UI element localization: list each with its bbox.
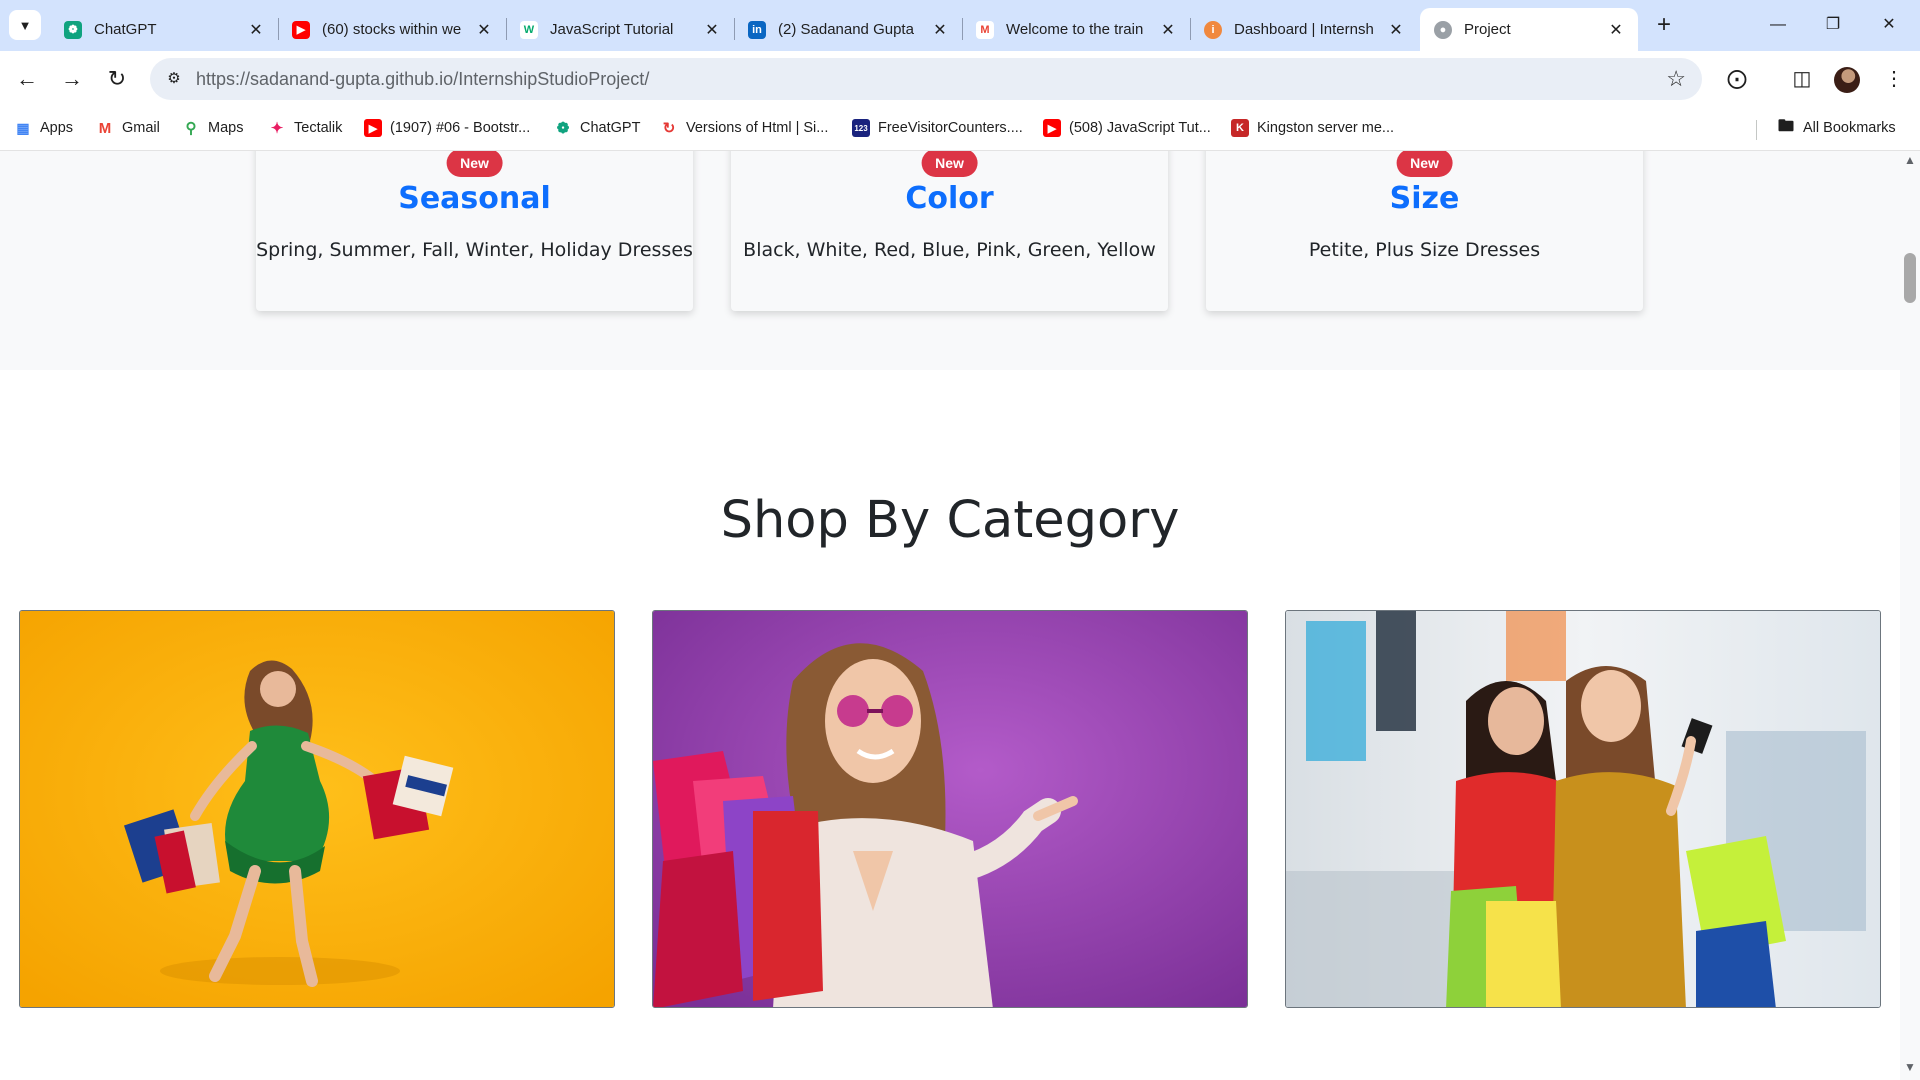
linkedin-icon: in <box>748 20 766 39</box>
bookmark-star-icon[interactable]: ☆ <box>1666 66 1686 92</box>
browser-tab-strip: ▼ ❁ ChatGPT ✕ ▶ (60) stocks within we ✕ … <box>0 0 1920 51</box>
shopping-woman-green-dress-image <box>20 611 614 1007</box>
filter-section: New Seasonal Spring, Summer, Fall, Winte… <box>0 151 1900 370</box>
minimize-button[interactable]: — <box>1755 8 1801 42</box>
internshala-icon: i <box>1204 20 1222 39</box>
filter-card-seasonal[interactable]: New Seasonal Spring, Summer, Fall, Winte… <box>256 151 693 311</box>
new-badge: New <box>921 151 978 177</box>
kingston-icon: K <box>1231 119 1249 137</box>
bookmark-item[interactable]: 123 FreeVisitorCounters.... <box>852 116 1023 140</box>
card-title: Seasonal <box>398 181 551 216</box>
url-text[interactable]: https://sadanand-gupta.github.io/Interns… <box>196 69 649 90</box>
gmail-icon: M <box>976 20 994 39</box>
scroll-down-icon[interactable]: ▼ <box>1900 1060 1920 1074</box>
browser-tab[interactable]: ▶ (60) stocks within we ✕ <box>278 8 507 51</box>
browser-tab-active[interactable]: ● Project ✕ <box>1420 8 1638 51</box>
address-bar[interactable]: ⚙ https://sadanand-gupta.github.io/Inter… <box>150 58 1702 100</box>
close-icon: ✕ <box>1882 16 1896 33</box>
browser-tab[interactable]: in (2) Sadanand Gupta ✕ <box>734 8 963 51</box>
close-icon[interactable]: ✕ <box>930 20 950 40</box>
card-title: Size <box>1389 181 1460 216</box>
card-text: Black, White, Red, Blue, Pink, Green, Ye… <box>743 239 1156 261</box>
chatgpt-icon: ❁ <box>556 120 570 137</box>
youtube-icon: ▶ <box>292 20 310 39</box>
kebab-menu-icon[interactable]: ⋮ <box>1879 64 1909 94</box>
counter-icon: 123 <box>852 119 870 137</box>
browser-tab[interactable]: ❁ ChatGPT ✕ <box>50 8 279 51</box>
bookmark-item[interactable]: ✦ Tectalik <box>268 116 343 140</box>
close-icon[interactable]: ✕ <box>702 20 722 40</box>
bookmark-item[interactable]: ↻ Versions of Html | Si... <box>660 116 829 140</box>
scroll-up-icon[interactable]: ▲ <box>1900 153 1920 167</box>
gmail-icon: M <box>98 119 112 137</box>
site-info-icon[interactable]: ⚙ <box>162 67 186 91</box>
card-title: Color <box>905 181 994 216</box>
apps-grid-icon: ▦ <box>16 119 30 136</box>
folder-icon: 🖿 <box>1777 117 1794 135</box>
page-viewport: New Seasonal Spring, Summer, Fall, Winte… <box>0 151 1900 1080</box>
browser-toolbar: ← → ↻ ⚙ https://sadanand-gupta.github.io… <box>0 51 1920 106</box>
bookmark-item[interactable]: K Kingston server me... <box>1231 116 1394 140</box>
close-icon[interactable]: ✕ <box>1158 20 1178 40</box>
close-window-button[interactable]: ✕ <box>1866 8 1912 42</box>
card-text: Petite, Plus Size Dresses <box>1308 239 1541 261</box>
back-button[interactable]: ← <box>12 64 42 94</box>
close-icon[interactable]: ✕ <box>474 20 494 40</box>
bookmark-item[interactable]: ⚲ Maps <box>182 116 244 140</box>
back-arrow-icon: ← <box>16 66 38 91</box>
browser-tab[interactable]: W JavaScript Tutorial ✕ <box>506 8 735 51</box>
filter-card-color[interactable]: New Color Black, White, Red, Blue, Pink,… <box>731 151 1168 311</box>
new-badge: New <box>446 151 503 177</box>
browser-tab[interactable]: M Welcome to the train ✕ <box>962 8 1191 51</box>
all-bookmarks-button[interactable]: 🖿 All Bookmarks <box>1777 116 1896 140</box>
tectalik-icon: ✦ <box>270 120 284 137</box>
avatar[interactable] <box>1834 67 1860 93</box>
bookmark-item[interactable]: M Gmail <box>96 116 160 140</box>
reload-button[interactable]: ↻ <box>102 64 132 94</box>
shopping-woman-sunglasses-image <box>653 611 1247 1007</box>
chevron-down-icon: ▼ <box>18 17 32 33</box>
maps-pin-icon: ⚲ <box>185 120 197 137</box>
section-heading: Shop By Category <box>720 491 1180 550</box>
close-icon[interactable]: ✕ <box>1386 20 1406 40</box>
youtube-icon: ▶ <box>364 119 382 137</box>
category-image-1[interactable] <box>19 610 615 1008</box>
bookmark-item[interactable]: ▦ Apps <box>14 116 73 140</box>
site-icon: ↻ <box>662 120 676 137</box>
shopping-women-in-store-image <box>1286 611 1880 1007</box>
w3schools-icon: W <box>520 20 538 39</box>
bookmarks-bar: ▦ Apps M Gmail ⚲ Maps ✦ Tectalik ▶ (1907… <box>0 106 1920 151</box>
forward-button[interactable]: → <box>57 64 87 94</box>
category-image-3[interactable] <box>1285 610 1881 1008</box>
new-tab-button[interactable]: + <box>1650 12 1678 40</box>
forward-arrow-icon: → <box>61 66 83 91</box>
youtube-icon: ▶ <box>1043 119 1061 137</box>
category-image-2[interactable] <box>652 610 1248 1008</box>
scrollbar-thumb[interactable] <box>1904 253 1916 303</box>
restore-icon: ❐ <box>1825 16 1841 33</box>
restore-button[interactable]: ❐ <box>1810 8 1856 42</box>
filter-card-size[interactable]: New Size Petite, Plus Size Dresses <box>1206 151 1643 311</box>
close-icon[interactable]: ✕ <box>246 20 266 40</box>
globe-icon: ● <box>1434 20 1452 39</box>
bookmark-item[interactable]: ▶ (1907) #06 - Bootstr... <box>364 116 530 140</box>
close-icon[interactable]: ✕ <box>1606 20 1626 40</box>
browser-tab[interactable]: i Dashboard | Internsh ✕ <box>1190 8 1418 51</box>
card-text: Spring, Summer, Fall, Winter, Holiday Dr… <box>256 239 693 261</box>
extensions-icon[interactable]: ⨀ <box>1722 64 1752 94</box>
side-panel-icon[interactable]: ◫ <box>1787 64 1817 94</box>
tab-search-button[interactable]: ▼ <box>9 10 41 40</box>
chatgpt-icon: ❁ <box>64 20 82 39</box>
minimize-icon: — <box>1770 16 1786 33</box>
new-badge: New <box>1396 151 1453 177</box>
plus-icon: + <box>1656 11 1671 38</box>
reload-icon: ↻ <box>107 66 127 91</box>
bookmark-item[interactable]: ▶ (508) JavaScript Tut... <box>1043 116 1211 140</box>
bookmark-item[interactable]: ❁ ChatGPT <box>554 116 641 140</box>
page-scrollbar[interactable]: ▲ ▼ <box>1900 151 1920 1080</box>
